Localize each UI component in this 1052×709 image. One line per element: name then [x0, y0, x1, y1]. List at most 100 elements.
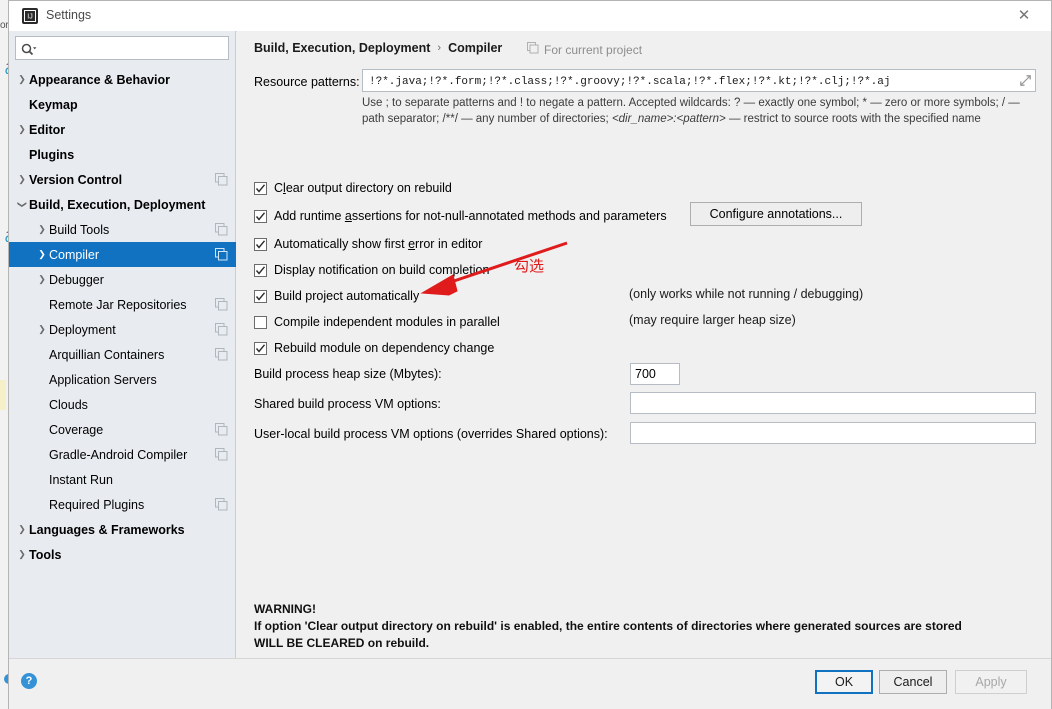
compile-independent-modules-in-parallel-checkbox[interactable]: Compile independent modules in parallel — [254, 313, 500, 331]
chevron-right-icon[interactable]: ❯ — [15, 517, 29, 542]
configure-annotations-button[interactable]: Configure annotations... — [690, 202, 862, 226]
checkbox-checked-icon — [254, 263, 267, 277]
sidebar-item-arquillian-containers[interactable]: Arquillian Containers — [9, 342, 236, 367]
search-input[interactable] — [44, 37, 228, 61]
chevron-right-icon[interactable]: ❯ — [35, 317, 49, 342]
sidebar-item-keymap[interactable]: Keymap — [9, 92, 236, 117]
sidebar-item-gradle-android-compiler[interactable]: Gradle-Android Compiler — [9, 442, 236, 467]
compiler-settings-panel: Build, Execution, Deployment › Compiler … — [237, 31, 1051, 658]
sidebar-item-plugins[interactable]: Plugins — [9, 142, 236, 167]
breadcrumb-separator-icon: › — [437, 42, 442, 54]
project-scope-icon — [215, 423, 228, 436]
sidebar-item-editor[interactable]: ❯ Editor — [9, 117, 236, 142]
warning-line-1: If option 'Clear output directory on reb… — [254, 619, 962, 633]
sidebar-item-deployment[interactable]: ❯ Deployment — [9, 317, 236, 342]
expand-editor-icon[interactable] — [1020, 75, 1031, 86]
sidebar-item-label: Arquillian Containers — [49, 347, 165, 362]
sidebar-item-clouds[interactable]: Clouds — [9, 392, 236, 417]
breadcrumb-parent[interactable]: Build, Execution, Deployment — [254, 41, 430, 55]
resource-patterns-input[interactable] — [367, 70, 1011, 93]
ok-button[interactable]: OK — [815, 670, 873, 694]
tree-arrow-placeholder — [35, 492, 49, 517]
clear-output-directory-on-rebuild-label: Clear output directory on rebuild — [274, 181, 452, 195]
sidebar-item-debugger[interactable]: ❯ Debugger — [9, 267, 236, 292]
rebuild-module-on-dependency-change-checkbox[interactable]: Rebuild module on dependency change — [254, 339, 494, 357]
tree-arrow-placeholder — [15, 142, 29, 167]
search-field-wrapper[interactable] — [15, 36, 229, 61]
sidebar-item-compiler[interactable]: ❯ Compiler — [9, 242, 236, 267]
chevron-right-icon[interactable]: ❯ — [35, 267, 49, 292]
cancel-button[interactable]: Cancel — [879, 670, 947, 694]
sidebar-item-label: Instant Run — [49, 472, 113, 487]
label-post: ear output directory on rebuild — [285, 181, 452, 195]
chevron-right-icon[interactable]: ❯ — [35, 217, 49, 242]
shared-build-vm-options-label: Shared build process VM options: — [254, 397, 441, 411]
settings-tree: ❯ Appearance & Behavior Keymap ❯ Editor Plugi… — [9, 67, 236, 658]
sidebar-item-label: Tools — [29, 547, 62, 562]
user-local-build-vm-options-input[interactable] — [630, 422, 1036, 444]
sidebar-item-required-plugins[interactable]: Required Plugins — [9, 492, 236, 517]
project-scope-icon — [215, 498, 228, 511]
show-first-error-in-editor-checkbox[interactable]: Automatically show first error in editor — [254, 235, 482, 253]
sidebar-item-label: Application Servers — [49, 372, 157, 387]
add-runtime-assertions-checkbox[interactable]: Add runtime assertions for not-null-anno… — [254, 207, 667, 225]
chevron-down-icon[interactable]: ❯ — [15, 192, 29, 217]
settings-sidebar: ❯ Appearance & Behavior Keymap ❯ Editor Plugi… — [9, 31, 236, 658]
project-scope-icon — [215, 448, 228, 461]
sidebar-item-label: Deployment — [49, 322, 116, 337]
scope-note-label: For current project — [544, 42, 643, 57]
sidebar-item-build-execution-deployment[interactable]: ❯ Build, Execution, Deployment — [9, 192, 236, 217]
sidebar-item-coverage[interactable]: Coverage — [9, 417, 236, 442]
sidebar-item-instant-run[interactable]: Instant Run — [9, 467, 236, 492]
tree-arrow-placeholder — [35, 417, 49, 442]
warning-message: WARNING! If option 'Clear output directo… — [254, 601, 1044, 652]
label-pre: Automatically show first — [274, 237, 409, 251]
sidebar-item-version-control[interactable]: ❯ Version Control — [9, 167, 236, 192]
checkbox-checked-icon — [254, 341, 267, 355]
checkbox-checked-icon — [254, 289, 267, 303]
project-scope-icon — [215, 223, 228, 236]
display-notification-on-build-completion-checkbox[interactable]: Display notification on build completion — [254, 261, 489, 279]
dialog-body: ❯ Appearance & Behavior Keymap ❯ Editor Plugi… — [9, 31, 1051, 658]
help-icon[interactable]: ? — [21, 673, 37, 689]
tree-arrow-placeholder — [35, 467, 49, 492]
breadcrumb-current: Compiler — [448, 41, 503, 55]
label-pre: Add runtime — [274, 209, 345, 223]
sidebar-item-appearance-behavior[interactable]: ❯ Appearance & Behavior — [9, 67, 236, 92]
warning-line-2: WILL BE CLEARED on rebuild. — [254, 636, 430, 650]
warning-title: WARNING! — [254, 602, 316, 616]
sidebar-item-label: Editor — [29, 122, 66, 137]
build-process-heap-size-input[interactable] — [630, 363, 680, 385]
sidebar-item-label: Coverage — [49, 422, 104, 437]
chevron-right-icon[interactable]: ❯ — [15, 542, 29, 567]
sidebar-item-build-tools[interactable]: ❯ Build Tools — [9, 217, 236, 242]
compile-independent-modules-in-parallel-label: Compile independent modules in parallel — [274, 315, 500, 329]
tree-arrow-placeholder — [35, 367, 49, 392]
build-project-automatically-checkbox[interactable]: Build project automatically — [254, 287, 419, 305]
project-scope-icon — [215, 323, 228, 336]
shared-build-vm-options-input[interactable] — [630, 392, 1036, 414]
project-scope-icon — [215, 173, 228, 186]
checkbox-checked-icon — [254, 237, 267, 251]
resource-patterns-field[interactable] — [362, 69, 1036, 93]
chevron-right-icon[interactable]: ❯ — [35, 242, 49, 267]
chevron-right-icon[interactable]: ❯ — [15, 167, 29, 192]
help-text-part2: — restrict to source roots with the spec… — [725, 113, 981, 125]
clear-output-directory-on-rebuild-checkbox[interactable]: Clear output directory on rebuild — [254, 179, 452, 197]
close-icon[interactable]: ✕ — [1005, 1, 1043, 29]
sidebar-item-languages-frameworks[interactable]: ❯ Languages & Frameworks — [9, 517, 236, 542]
sidebar-item-tools[interactable]: ❯ Tools — [9, 542, 236, 567]
label-post: ssertions for not-null-annotated methods… — [351, 209, 667, 223]
sidebar-item-remote-jar-repositories[interactable]: Remote Jar Repositories — [9, 292, 236, 317]
build-process-heap-size-label: Build process heap size (Mbytes): — [254, 367, 442, 381]
chevron-right-icon[interactable]: ❯ — [15, 117, 29, 142]
tree-arrow-placeholder — [35, 392, 49, 417]
apply-button: Apply — [955, 670, 1027, 694]
settings-dialog: IJ Settings ✕ ❯ Appearance & Behavior Keym… — [8, 0, 1052, 709]
checkbox-checked-icon — [254, 181, 267, 195]
sidebar-item-label: Plugins — [29, 147, 75, 162]
sidebar-item-application-servers[interactable]: Application Servers — [9, 367, 236, 392]
chevron-right-icon[interactable]: ❯ — [15, 67, 29, 92]
sidebar-item-label: Clouds — [49, 397, 88, 412]
sidebar-item-label: Keymap — [29, 97, 78, 112]
